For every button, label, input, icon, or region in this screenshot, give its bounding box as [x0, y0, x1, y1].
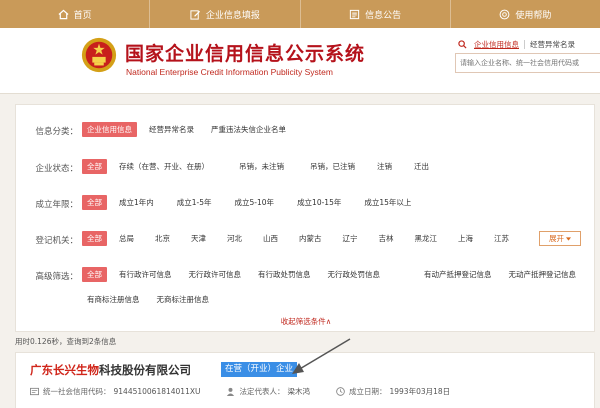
- filter-option[interactable]: 黑龙江: [410, 231, 443, 246]
- filter-option[interactable]: 全部: [82, 231, 107, 246]
- company-name-link[interactable]: 广东长兴生物科技股份有限公司: [30, 362, 191, 378]
- nav-help[interactable]: 使用帮助: [451, 0, 600, 28]
- filter-option[interactable]: 成立15年以上: [359, 195, 416, 210]
- filter-option[interactable]: 总局: [114, 231, 139, 246]
- filter-option[interactable]: 上海: [453, 231, 478, 246]
- credit-code-label: 统一社会信用代码：: [43, 387, 111, 396]
- filter-row-advanced: 高级筛选： 全部 有行政许可信息 无行政许可信息 有行政处罚信息 无行政处罚信息…: [16, 267, 596, 307]
- filter-row-years: 成立年限： 全部 成立1年内 成立1-5年 成立5-10年 成立10-15年 成…: [16, 195, 596, 210]
- search-input[interactable]: [455, 53, 600, 73]
- filter-option[interactable]: 企业信用信息: [82, 122, 137, 137]
- nav-home-label: 首页: [73, 10, 92, 21]
- nav-notice-label: 信息公告: [365, 10, 402, 21]
- filter-option[interactable]: 内蒙古: [294, 231, 327, 246]
- nav-report[interactable]: 企业信息填报: [150, 0, 301, 28]
- filter-row-authority: 登记机关： 全部 总局 北京 天津 河北 山西 内蒙古 辽宁 吉林 黑龙江 上海…: [16, 231, 596, 246]
- company-name-highlight: 广东长兴生物: [30, 363, 99, 377]
- filter-option[interactable]: 吊销，已注销: [305, 159, 360, 174]
- top-nav: 首页 企业信息填报 信息公告 使用帮助: [0, 0, 600, 28]
- filter-option[interactable]: 山西: [258, 231, 283, 246]
- nav-notice[interactable]: 信息公告: [301, 0, 451, 28]
- expand-label: 展开: [549, 234, 564, 243]
- filter-option[interactable]: 注销: [372, 159, 397, 174]
- result-meta: 用时0.126秒，查询到2条信息: [15, 337, 117, 346]
- filter-option[interactable]: 全部: [82, 159, 107, 174]
- filter-label: 登记机关：: [35, 236, 78, 246]
- search-icon: [458, 40, 467, 49]
- status-badge: 在营（开业）企业: [221, 362, 298, 377]
- filter-option[interactable]: 迁出: [409, 159, 434, 174]
- edit-icon: [190, 9, 201, 20]
- tab-abnormal-list[interactable]: 经营异常名录: [525, 39, 580, 50]
- tab-credit-info[interactable]: 企业信用信息: [469, 39, 524, 50]
- filter-row-info-category: 信息分类： 企业信用信息 经营异常名录 严重违法失信企业名单: [16, 122, 596, 137]
- clock-icon: [336, 387, 345, 396]
- filter-option[interactable]: 北京: [150, 231, 175, 246]
- search-tabs: 企业信用信息 经营异常名录: [458, 39, 580, 50]
- filter-option[interactable]: 成立5-10年: [230, 195, 280, 210]
- filter-option[interactable]: 全部: [82, 267, 107, 282]
- filter-label: 信息分类：: [35, 127, 78, 137]
- filter-option[interactable]: 无商标注册信息: [152, 292, 215, 307]
- filter-option[interactable]: 无动产抵押登记信息: [504, 267, 582, 282]
- nav-home[interactable]: 首页: [0, 0, 151, 28]
- expand-button[interactable]: 展开: [539, 231, 581, 246]
- filter-option[interactable]: 存续（在营、开业、在册）: [114, 159, 214, 174]
- credit-code-item: 统一社会信用代码： 9144510061814011XU: [30, 386, 200, 397]
- filter-option[interactable]: 无行政许可信息: [184, 267, 247, 282]
- national-emblem-logo: [80, 36, 118, 74]
- filter-label: 高级筛选：: [35, 272, 78, 282]
- legal-rep-value: 梁木鸿: [287, 387, 310, 396]
- filter-option[interactable]: 全部: [82, 195, 107, 210]
- filter-option[interactable]: 河北: [222, 231, 247, 246]
- help-icon: [499, 9, 510, 20]
- nav-help-label: 使用帮助: [515, 10, 552, 21]
- site-title: 国家企业信用信息公示系统: [125, 43, 366, 65]
- person-icon: [227, 387, 235, 396]
- filter-option[interactable]: 有行政许可信息: [114, 267, 177, 282]
- notice-icon: [349, 9, 360, 20]
- legal-rep-label: 法定代表人：: [239, 387, 285, 396]
- filter-option[interactable]: 经营异常名录: [144, 122, 199, 137]
- filter-label: 企业状态：: [35, 164, 78, 174]
- filter-option[interactable]: 天津: [186, 231, 211, 246]
- filter-row-status: 企业状态： 全部 存续（在营、开业、在册） 吊销，未注销 吊销，已注销 注销 迁…: [16, 159, 596, 174]
- filter-option[interactable]: 有行政处罚信息: [253, 267, 316, 282]
- filter-option[interactable]: 成立1-5年: [172, 195, 217, 210]
- home-icon: [58, 9, 69, 20]
- filter-option[interactable]: 辽宁: [338, 231, 363, 246]
- filter-option[interactable]: 有商标注册信息: [82, 292, 145, 307]
- filter-option[interactable]: 严重违法失信企业名单: [206, 122, 291, 137]
- site-subtitle: National Enterprise Credit Information P…: [126, 67, 333, 77]
- credit-code-value: 9144510061814011XU: [113, 387, 201, 396]
- caret-down-icon: [566, 236, 571, 241]
- nav-report-label: 企业信息填报: [205, 10, 260, 21]
- filter-label: 成立年限：: [35, 200, 78, 210]
- filter-option[interactable]: 江苏: [489, 231, 514, 246]
- filter-option[interactable]: 无行政处罚信息: [323, 267, 386, 282]
- company-info-row: 统一社会信用代码： 9144510061814011XU 法定代表人： 梁木鸿 …: [30, 386, 476, 397]
- site-header: 国家企业信用信息公示系统 National Enterprise Credit …: [0, 28, 600, 94]
- founded-label: 成立日期：: [348, 387, 387, 396]
- founded-item: 成立日期： 1993年03月18日: [336, 386, 450, 397]
- filter-option[interactable]: 成立10-15年: [292, 195, 346, 210]
- filter-option[interactable]: 吉林: [374, 231, 399, 246]
- company-name-rest: 科技股份有限公司: [99, 363, 191, 377]
- credit-card-icon: [30, 387, 39, 396]
- filter-option[interactable]: 有动产抵押登记信息: [419, 267, 497, 282]
- filter-option[interactable]: 吊销，未注销: [234, 159, 289, 174]
- annotation-arrow-icon: [292, 338, 351, 374]
- legal-rep-item: 法定代表人： 梁木鸿: [226, 386, 310, 397]
- filter-panel: 信息分类： 企业信用信息 经营异常名录 严重违法失信企业名单 企业状态： 全部 …: [15, 104, 595, 332]
- filter-option[interactable]: 成立1年内: [114, 195, 159, 210]
- collapse-filters-link[interactable]: 收起筛选条件∧: [16, 316, 596, 327]
- founded-value: 1993年03月18日: [389, 387, 451, 396]
